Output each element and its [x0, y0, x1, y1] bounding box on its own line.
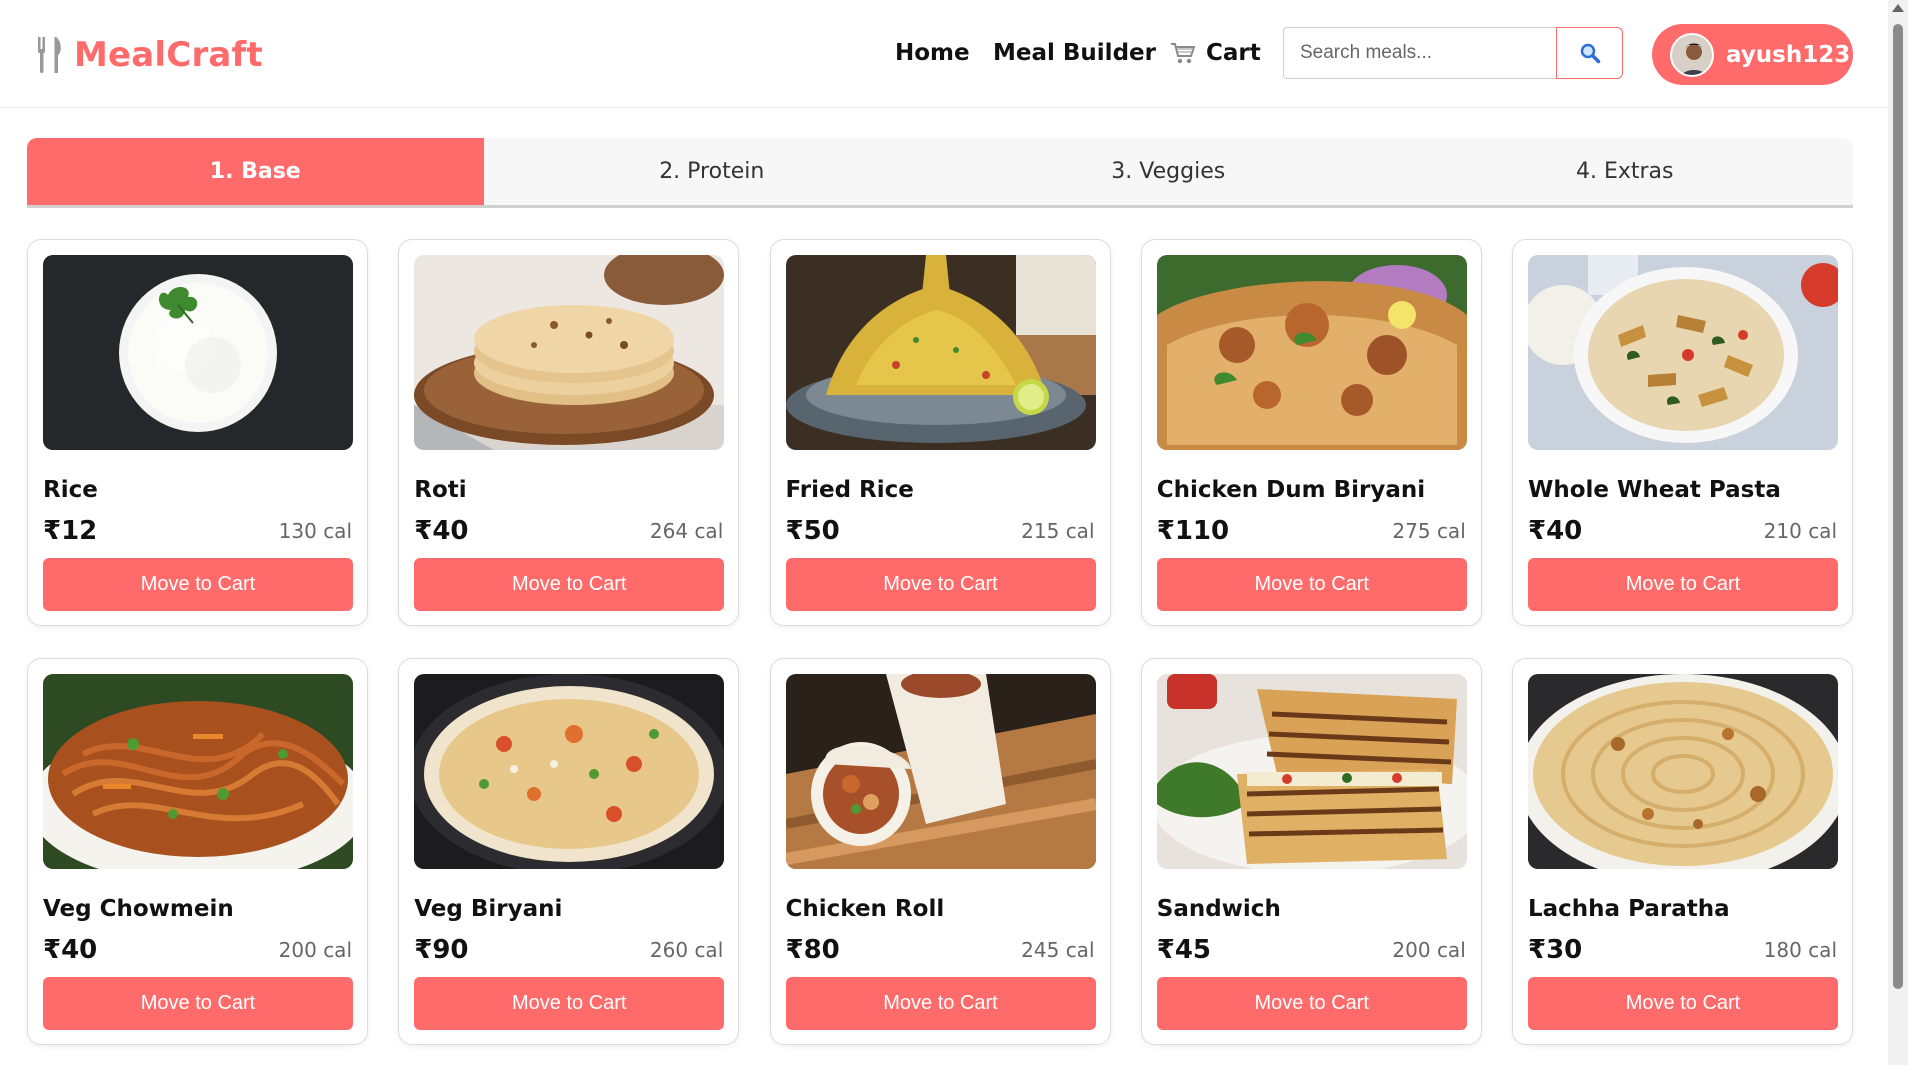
meal-item-grid: Rice ₹12 130 cal Move to Cart Roti ₹40 2… — [27, 239, 1853, 1045]
meal-calories: 200 cal — [278, 938, 352, 962]
meal-name: Whole Wheat Pasta — [1528, 477, 1781, 503]
username-label: ayush123 — [1726, 41, 1851, 68]
meal-calories: 245 cal — [1021, 938, 1095, 962]
meal-price: ₹50 — [785, 516, 840, 546]
shopping-cart-icon — [1171, 43, 1196, 64]
meal-name: Lachha Paratha — [1528, 896, 1730, 922]
meal-name: Sandwich — [1156, 896, 1281, 922]
nav-cart-label: Cart — [1206, 40, 1261, 66]
meal-card: Veg Biryani ₹90 260 cal Move to Cart — [398, 658, 740, 1045]
meal-calories: 130 cal — [278, 519, 352, 543]
pasta-bowl-image — [1528, 255, 1838, 450]
user-avatar — [1670, 32, 1714, 77]
meal-calories: 215 cal — [1021, 519, 1095, 543]
search-icon — [1580, 43, 1600, 64]
move-to-cart-button[interactable]: Move to Cart — [414, 558, 725, 611]
fried-rice-image — [785, 255, 1096, 450]
meal-name: Chicken Roll — [785, 896, 945, 922]
meal-calories: 200 cal — [1392, 938, 1466, 962]
meal-price: ₹40 — [414, 516, 469, 546]
move-to-cart-button[interactable]: Move to Cart — [785, 977, 1096, 1030]
tab-extras[interactable]: 4. Extras — [1397, 138, 1854, 205]
move-to-cart-button[interactable]: Move to Cart — [1156, 558, 1467, 611]
meal-step-tabs: 1. Base 2. Protein 3. Veggies 4. Extras — [27, 138, 1853, 208]
nav-home-link[interactable]: Home — [895, 38, 970, 68]
meal-card: Chicken Dum Biryani ₹110 275 cal Move to… — [1140, 239, 1482, 626]
lachha-paratha-image — [1528, 674, 1838, 869]
rice-bowl-image — [43, 255, 353, 450]
move-to-cart-button[interactable]: Move to Cart — [414, 977, 725, 1030]
chicken-roll-image — [785, 674, 1096, 869]
meal-card: Roti ₹40 264 cal Move to Cart — [398, 239, 740, 626]
meal-card: Rice ₹12 130 cal Move to Cart — [27, 239, 368, 626]
meal-price: ₹40 — [1528, 516, 1583, 546]
user-profile-button[interactable]: ayush123 — [1652, 24, 1853, 85]
meal-calories: 210 cal — [1763, 519, 1837, 543]
meal-card: Fried Rice ₹50 215 cal Move to Cart — [769, 239, 1111, 626]
chowmein-image — [43, 674, 353, 869]
meal-card: Sandwich ₹45 200 cal Move to Cart — [1140, 658, 1482, 1045]
meal-price: ₹90 — [414, 935, 469, 965]
chicken-biryani-image — [1156, 255, 1467, 450]
tab-protein[interactable]: 2. Protein — [484, 138, 941, 205]
meal-price: ₹110 — [1156, 516, 1230, 546]
veg-biryani-image — [414, 674, 725, 869]
meal-name: Chicken Dum Biryani — [1156, 477, 1426, 503]
move-to-cart-button[interactable]: Move to Cart — [785, 558, 1096, 611]
meal-price: ₹30 — [1528, 935, 1583, 965]
meal-card: Veg Chowmein ₹40 200 cal Move to Cart — [27, 658, 368, 1045]
tab-base[interactable]: 1. Base — [27, 138, 484, 205]
search-input[interactable] — [1283, 27, 1556, 79]
meal-name: Veg Biryani — [414, 896, 563, 922]
brand-name: MealCraft — [74, 35, 263, 75]
roti-stack-image — [414, 255, 725, 450]
meal-price: ₹40 — [43, 935, 98, 965]
fork-knife-icon — [38, 37, 61, 73]
meal-card: Lachha Paratha ₹30 180 cal Move to Cart — [1512, 658, 1853, 1045]
nav-meal-builder-link[interactable]: Meal Builder — [993, 38, 1156, 68]
scroll-up-arrow-icon[interactable] — [1892, 4, 1904, 12]
brand-logo[interactable]: MealCraft — [36, 33, 263, 77]
meal-name: Veg Chowmein — [43, 896, 234, 922]
meal-calories: 260 cal — [649, 938, 724, 962]
meal-calories: 180 cal — [1763, 938, 1837, 962]
move-to-cart-button[interactable]: Move to Cart — [43, 558, 353, 611]
meal-name: Roti — [414, 477, 467, 503]
grilled-sandwich-image — [1156, 674, 1467, 869]
meal-card: Chicken Roll ₹80 245 cal Move to Cart — [769, 658, 1111, 1045]
meal-card: Whole Wheat Pasta ₹40 210 cal Move to Ca… — [1512, 239, 1853, 626]
move-to-cart-button[interactable]: Move to Cart — [1528, 558, 1838, 611]
scrollbar-thumb[interactable] — [1893, 24, 1903, 989]
top-navbar: MealCraft Home Meal Builder Cart Search … — [0, 0, 1888, 108]
meal-price: ₹80 — [785, 935, 840, 965]
nav-cart-link[interactable]: Cart — [1170, 38, 1261, 68]
meal-name: Fried Rice — [785, 477, 914, 503]
tab-veggies[interactable]: 3. Veggies — [940, 138, 1397, 205]
move-to-cart-button[interactable]: Move to Cart — [43, 977, 353, 1030]
move-to-cart-button[interactable]: Move to Cart — [1156, 977, 1467, 1030]
search-button[interactable] — [1556, 27, 1623, 79]
page-scrollbar[interactable] — [1888, 0, 1908, 1065]
meal-price: ₹45 — [1156, 935, 1212, 965]
meal-calories: 264 cal — [649, 519, 724, 543]
meal-price: ₹12 — [43, 516, 98, 546]
meal-name: Rice — [43, 477, 98, 503]
move-to-cart-button[interactable]: Move to Cart — [1528, 977, 1838, 1030]
search-bar — [1283, 27, 1623, 79]
meal-calories: 275 cal — [1392, 519, 1466, 543]
